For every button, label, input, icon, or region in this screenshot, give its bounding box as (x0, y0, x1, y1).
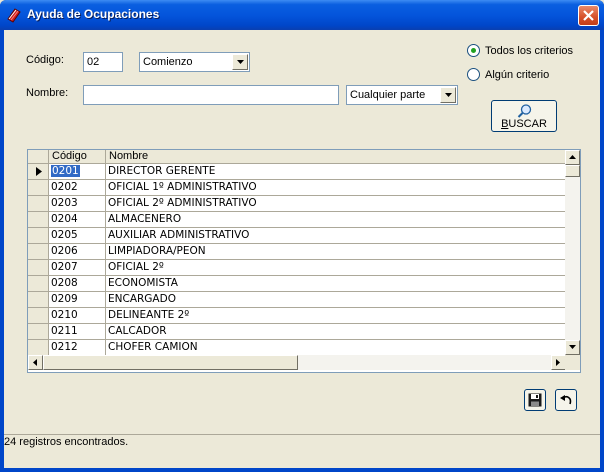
scrollbar-corner (565, 355, 580, 370)
horizontal-scroll-thumb[interactable] (43, 355, 298, 370)
row-selector[interactable] (28, 180, 49, 196)
results-grid[interactable]: Código Nombre 0201 DIRECTOR GERENTE 0202 OF… (27, 149, 581, 373)
nombre-mode-dropdown-button[interactable] (440, 87, 456, 103)
scroll-right-button[interactable] (551, 355, 566, 370)
undo-arrow-icon (560, 395, 572, 405)
nombre-mode-value: Cualquier parte (350, 89, 426, 101)
grid-horizontal-scrollbar[interactable] (28, 355, 566, 370)
cell-codigo[interactable]: 0201 (49, 164, 106, 180)
close-button[interactable] (578, 5, 599, 26)
arrow-left-icon (33, 359, 37, 366)
cell-codigo[interactable]: 0206 (49, 244, 106, 260)
row-selector[interactable] (28, 164, 49, 180)
row-selector[interactable] (28, 324, 49, 340)
arrow-down-icon (569, 345, 576, 349)
row-selector[interactable] (28, 244, 49, 260)
dialog-body: Código: 02 Comienzo Nombre: Cualquier pa… (4, 30, 600, 468)
magnifier-icon (517, 104, 532, 118)
cell-codigo[interactable]: 0211 (49, 324, 106, 340)
codigo-input[interactable]: 02 (83, 52, 123, 72)
scroll-up-button[interactable] (565, 150, 580, 165)
column-header-nombre[interactable]: Nombre (106, 150, 566, 164)
row-selector[interactable] (28, 276, 49, 292)
buscar-button[interactable]: BUSCAR (491, 100, 557, 132)
undo-button[interactable] (555, 389, 577, 411)
column-header-codigo[interactable]: Código (49, 150, 106, 164)
codigo-mode-value: Comienzo (143, 56, 193, 68)
cell-codigo[interactable]: 0210 (49, 308, 106, 324)
radio-algun-label[interactable]: Algún criterio (485, 69, 549, 81)
vertical-scroll-thumb[interactable] (565, 165, 580, 177)
cell-nombre[interactable]: DIRECTOR GERENTE (106, 164, 566, 180)
book-icon (7, 8, 21, 23)
status-text: 24 registros encontrados. (4, 436, 129, 448)
cell-nombre[interactable]: DELINEANTE 2º (106, 308, 566, 324)
arrow-right-icon (556, 359, 560, 366)
cell-nombre[interactable]: LIMPIADORA/PEON (106, 244, 566, 260)
cell-codigo[interactable]: 0204 (49, 212, 106, 228)
radio-todos-label[interactable]: Todos los criterios (485, 45, 573, 57)
current-row-arrow-icon (36, 167, 42, 176)
buscar-label: BUSCAR (501, 118, 547, 130)
grid-corner (28, 150, 49, 164)
grid-vertical-scrollbar[interactable] (565, 150, 580, 355)
row-selector[interactable] (28, 292, 49, 308)
cell-codigo[interactable]: 0203 (49, 196, 106, 212)
nombre-label: Nombre: (26, 87, 69, 99)
title-bar[interactable]: Ayuda de Ocupaciones (0, 0, 604, 30)
cell-codigo[interactable]: 0207 (49, 260, 106, 276)
chevron-down-icon (445, 93, 452, 97)
nombre-mode-select[interactable]: Cualquier parte (346, 85, 458, 105)
chevron-down-icon (237, 60, 244, 64)
cell-nombre[interactable]: ECONOMISTA (106, 276, 566, 292)
cell-nombre[interactable]: AUXILIAR ADMINISTRATIVO (106, 228, 566, 244)
cell-nombre[interactable]: ALMACENERO (106, 212, 566, 228)
status-bar: 24 registros encontrados. (4, 434, 600, 468)
window-frame-right (600, 30, 604, 472)
scroll-left-button[interactable] (28, 355, 43, 370)
cell-nombre[interactable]: CHOFER CAMION (106, 340, 566, 356)
cell-codigo[interactable]: 0209 (49, 292, 106, 308)
cell-nombre[interactable]: OFICIAL 1º ADMINISTRATIVO (106, 180, 566, 196)
codigo-mode-dropdown-button[interactable] (232, 54, 248, 70)
floppy-disk-icon (528, 393, 542, 407)
cell-codigo[interactable]: 0202 (49, 180, 106, 196)
arrow-up-icon (569, 155, 576, 159)
window-frame-bottom (0, 468, 604, 472)
window-title: Ayuda de Ocupaciones (27, 7, 160, 21)
cell-nombre[interactable]: OFICIAL 2º ADMINISTRATIVO (106, 196, 566, 212)
row-selector[interactable] (28, 260, 49, 276)
radio-todos-criterios[interactable] (467, 44, 480, 57)
row-selector[interactable] (28, 196, 49, 212)
codigo-label: Código: (26, 54, 64, 66)
close-icon (583, 10, 594, 21)
cell-nombre[interactable]: OFICIAL 2º (106, 260, 566, 276)
radio-algun-criterio[interactable] (467, 68, 480, 81)
cell-codigo[interactable]: 0205 (49, 228, 106, 244)
row-selector[interactable] (28, 228, 49, 244)
cell-codigo[interactable]: 0212 (49, 340, 106, 356)
row-selector[interactable] (28, 308, 49, 324)
save-button[interactable] (524, 389, 546, 411)
cell-codigo[interactable]: 0208 (49, 276, 106, 292)
cell-nombre[interactable]: ENCARGADO (106, 292, 566, 308)
cell-nombre[interactable]: CALCADOR (106, 324, 566, 340)
nombre-input[interactable] (83, 85, 339, 105)
row-selector[interactable] (28, 340, 49, 356)
scroll-down-button[interactable] (565, 340, 580, 355)
row-selector[interactable] (28, 212, 49, 228)
codigo-mode-select[interactable]: Comienzo (139, 52, 250, 72)
